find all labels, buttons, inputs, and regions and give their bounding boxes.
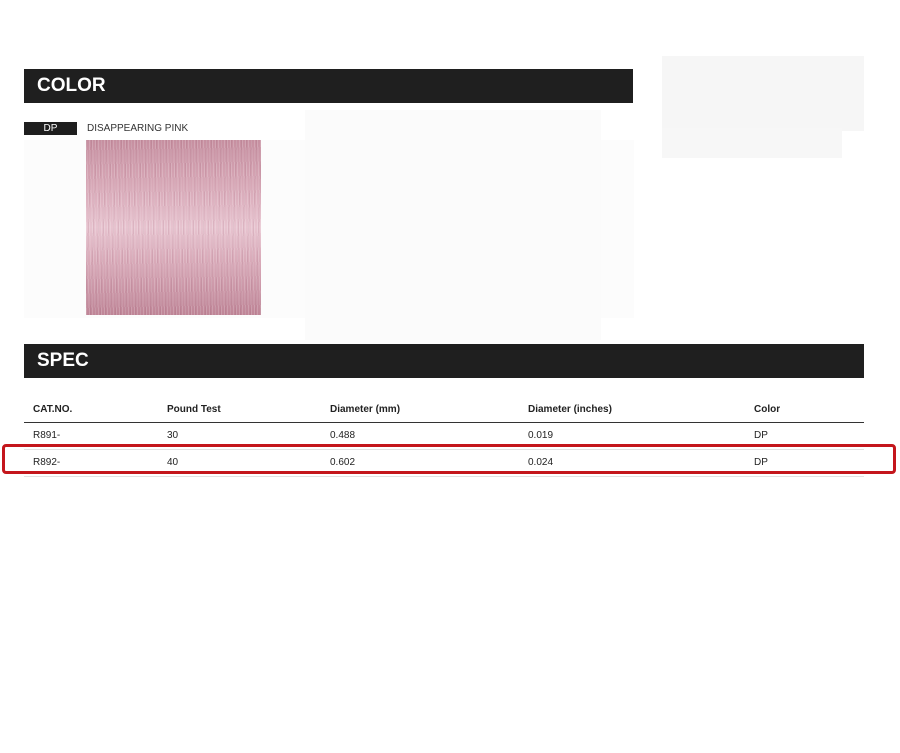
background-block	[662, 128, 842, 158]
swatch-image	[86, 140, 261, 315]
column-header-diameter-inches: Diameter (inches)	[528, 404, 612, 415]
swatch-code-badge: DP	[24, 122, 77, 135]
column-header-pound-test: Pound Test	[167, 404, 221, 415]
column-header-color: Color	[754, 404, 781, 415]
table-header-row: CAT.NO. Pound Test Diameter (mm) Diamete…	[24, 398, 864, 423]
color-section-header: COLOR	[24, 69, 633, 103]
background-block	[305, 110, 601, 340]
swatch-name: DISAPPEARING PINK	[87, 123, 189, 134]
row-highlight-box	[2, 444, 896, 474]
background-block	[662, 56, 864, 131]
spec-section-header: SPEC	[24, 344, 864, 378]
column-header-cat-no: CAT.NO.	[33, 404, 73, 415]
column-header-diameter-mm: Diameter (mm)	[330, 404, 401, 415]
